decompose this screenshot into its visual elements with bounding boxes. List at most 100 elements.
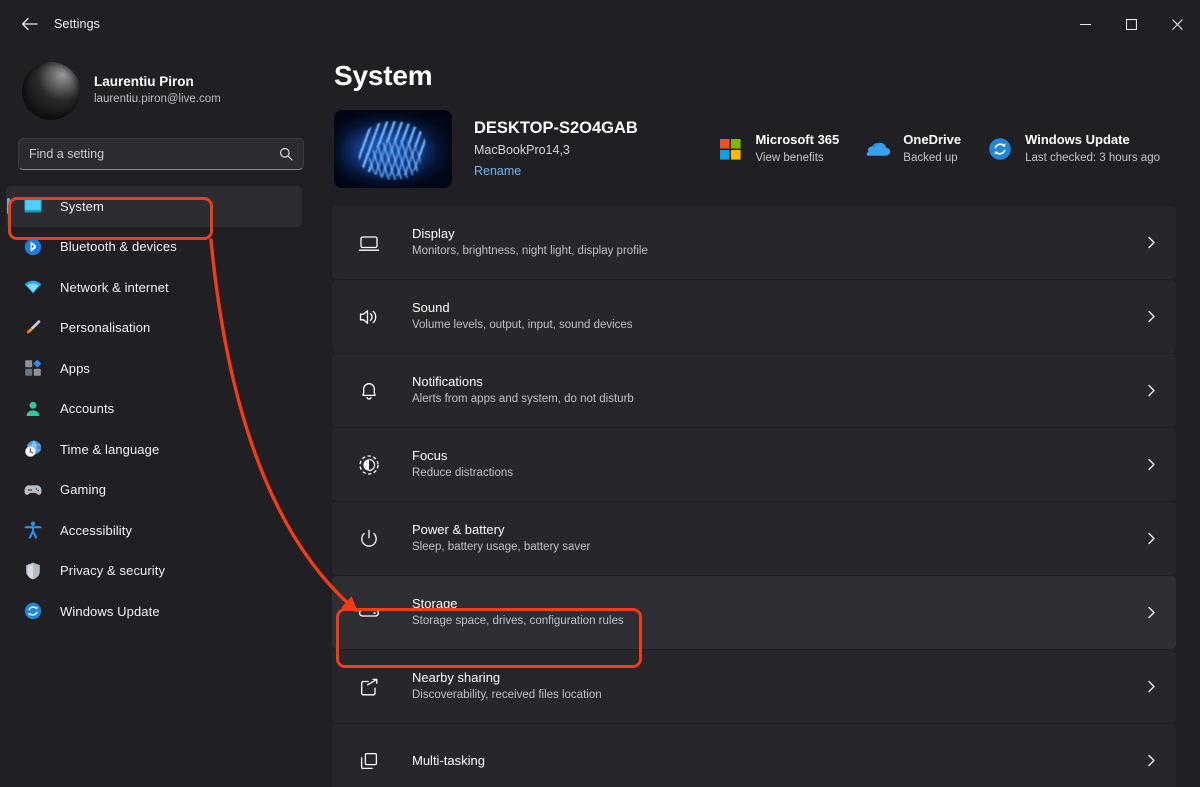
status-card-microsoft-365[interactable]: Microsoft 365 View benefits — [707, 123, 855, 175]
search-wrap: Find a setting — [0, 124, 322, 170]
update-refresh-icon — [987, 136, 1013, 162]
sidebar-item-time-language[interactable]: Time & language — [6, 429, 302, 470]
status-card-text: OneDrive Backed up — [903, 131, 961, 167]
profile-text: Laurentiu Piron laurentiu.piron@live.com — [94, 73, 221, 108]
status-card-title: Windows Update — [1025, 131, 1130, 147]
device-model: MacBookPro14,3 — [474, 143, 570, 158]
settings-row-subtitle: Volume levels, output, input, sound devi… — [412, 319, 633, 332]
chevron-right-icon — [1145, 310, 1158, 323]
status-card-windows-update[interactable]: Windows Update Last checked: 3 hours ago — [977, 123, 1176, 175]
bluetooth-icon — [22, 236, 44, 258]
speaker-icon — [356, 304, 382, 330]
settings-row-title: Nearby sharing — [412, 669, 501, 685]
chevron-right-icon — [1145, 606, 1158, 619]
settings-list: Display Monitors, brightness, night ligh… — [332, 206, 1176, 787]
update-refresh-icon — [22, 600, 44, 622]
sidebar-item-gaming[interactable]: Gaming — [6, 470, 302, 511]
page-title: System — [334, 60, 433, 91]
wifi-icon — [22, 276, 44, 298]
clock-globe-icon — [22, 438, 44, 460]
window-body: Laurentiu Piron laurentiu.piron@live.com… — [0, 48, 1200, 787]
chevron-right-icon — [1145, 532, 1158, 545]
profile-block[interactable]: Laurentiu Piron laurentiu.piron@live.com — [0, 54, 322, 124]
settings-row-notifications[interactable]: Notifications Alerts from apps and syste… — [332, 354, 1176, 427]
back-button[interactable] — [12, 9, 46, 39]
settings-row-storage[interactable]: Storage Storage space, drives, configura… — [332, 576, 1176, 649]
multitasking-windows-icon — [356, 748, 382, 774]
settings-row-text: Display Monitors, brightness, night ligh… — [412, 224, 1145, 261]
paintbrush-icon — [22, 317, 44, 339]
settings-row-subtitle: Sleep, battery usage, battery saver — [412, 541, 591, 554]
sidebar-item-label: Network & internet — [60, 279, 169, 295]
profile-email: laurentiu.piron@live.com — [94, 93, 221, 106]
settings-row-text: Multi-tasking — [412, 751, 1145, 771]
sidebar-nav: System Bluetooth & devices Network & int… — [0, 186, 322, 632]
settings-row-focus[interactable]: Focus Reduce distractions — [332, 428, 1176, 501]
rename-link[interactable]: Rename — [474, 161, 638, 181]
sidebar: Laurentiu Piron laurentiu.piron@live.com… — [0, 48, 322, 787]
settings-row-sound[interactable]: Sound Volume levels, output, input, soun… — [332, 280, 1176, 353]
sidebar-item-label: Gaming — [60, 482, 107, 498]
settings-row-title: Multi-tasking — [412, 752, 485, 768]
settings-row-text: Nearby sharing Discoverability, received… — [412, 668, 1145, 705]
status-cards: Microsoft 365 View benefits OneDrive Bac… — [707, 123, 1176, 175]
settings-row-subtitle: Discoverability, received files location — [412, 689, 602, 702]
sidebar-item-privacy-security[interactable]: Privacy & security — [6, 551, 302, 592]
status-card-onedrive[interactable]: OneDrive Backed up — [855, 123, 977, 175]
chevron-right-icon — [1145, 458, 1158, 471]
status-card-subtitle: Last checked: 3 hours ago — [1025, 151, 1160, 164]
onedrive-cloud-icon — [865, 136, 891, 162]
search-icon — [279, 147, 293, 161]
search-input[interactable]: Find a setting — [18, 138, 304, 170]
settings-row-text: Focus Reduce distractions — [412, 446, 1145, 483]
close-button[interactable] — [1154, 0, 1200, 48]
settings-row-display[interactable]: Display Monitors, brightness, night ligh… — [332, 206, 1176, 279]
settings-row-subtitle: Alerts from apps and system, do not dist… — [412, 393, 634, 406]
sidebar-item-accessibility[interactable]: Accessibility — [6, 510, 302, 551]
minimize-button[interactable] — [1062, 0, 1108, 48]
status-card-title: OneDrive — [903, 131, 962, 147]
shield-icon — [22, 560, 44, 582]
sidebar-item-bluetooth-devices[interactable]: Bluetooth & devices — [6, 227, 302, 268]
sidebar-item-label: Privacy & security — [60, 563, 166, 579]
profile-name: Laurentiu Piron — [94, 74, 194, 90]
window-controls — [1062, 0, 1200, 48]
settings-row-title: Display — [412, 225, 455, 241]
sidebar-item-windows-update[interactable]: Windows Update — [6, 591, 302, 632]
settings-row-title: Storage — [412, 595, 458, 611]
avatar — [22, 62, 80, 120]
settings-row-subtitle: Storage space, drives, configuration rul… — [412, 615, 624, 628]
settings-window: Settings Laurentiu Piron laurentiu.piron… — [0, 0, 1200, 787]
display-monitor-icon — [356, 230, 382, 256]
sidebar-item-label: Time & language — [60, 441, 160, 457]
sidebar-item-label: Personalisation — [60, 320, 151, 336]
settings-row-subtitle: Reduce distractions — [412, 467, 513, 480]
window-title: Settings — [54, 17, 100, 31]
accessibility-person-icon — [22, 519, 44, 541]
main-content: System DESKTOP-S2O4GAB MacBookPro14,3 Re… — [322, 48, 1200, 787]
chevron-right-icon — [1145, 236, 1158, 249]
microsoft-logo-icon — [717, 136, 743, 162]
settings-row-title: Sound — [412, 299, 450, 315]
focus-moon-icon — [356, 452, 382, 478]
status-card-text: Windows Update Last checked: 3 hours ago — [1025, 131, 1160, 167]
settings-row-text: Sound Volume levels, output, input, soun… — [412, 298, 1145, 335]
sidebar-item-label: System — [60, 198, 104, 214]
status-card-subtitle: Backed up — [903, 151, 958, 164]
sidebar-item-personalisation[interactable]: Personalisation — [6, 308, 302, 349]
sidebar-item-apps[interactable]: Apps — [6, 348, 302, 389]
status-card-title: Microsoft 365 — [755, 131, 840, 147]
sidebar-item-accounts[interactable]: Accounts — [6, 389, 302, 430]
settings-row-text: Notifications Alerts from apps and syste… — [412, 372, 1145, 409]
sidebar-item-label: Windows Update — [60, 603, 160, 619]
maximize-button[interactable] — [1108, 0, 1154, 48]
device-name: DESKTOP-S2O4GAB — [474, 119, 638, 138]
sidebar-item-network-internet[interactable]: Network & internet — [6, 267, 302, 308]
settings-row-nearby-sharing[interactable]: Nearby sharing Discoverability, received… — [332, 650, 1176, 723]
sidebar-item-label: Accessibility — [60, 522, 133, 538]
sidebar-item-system[interactable]: System — [6, 186, 302, 227]
settings-row-power-battery[interactable]: Power & battery Sleep, battery usage, ba… — [332, 502, 1176, 575]
share-icon — [356, 674, 382, 700]
settings-row-multi-tasking[interactable]: Multi-tasking — [332, 724, 1176, 787]
settings-row-subtitle: Monitors, brightness, night light, displ… — [412, 245, 648, 258]
